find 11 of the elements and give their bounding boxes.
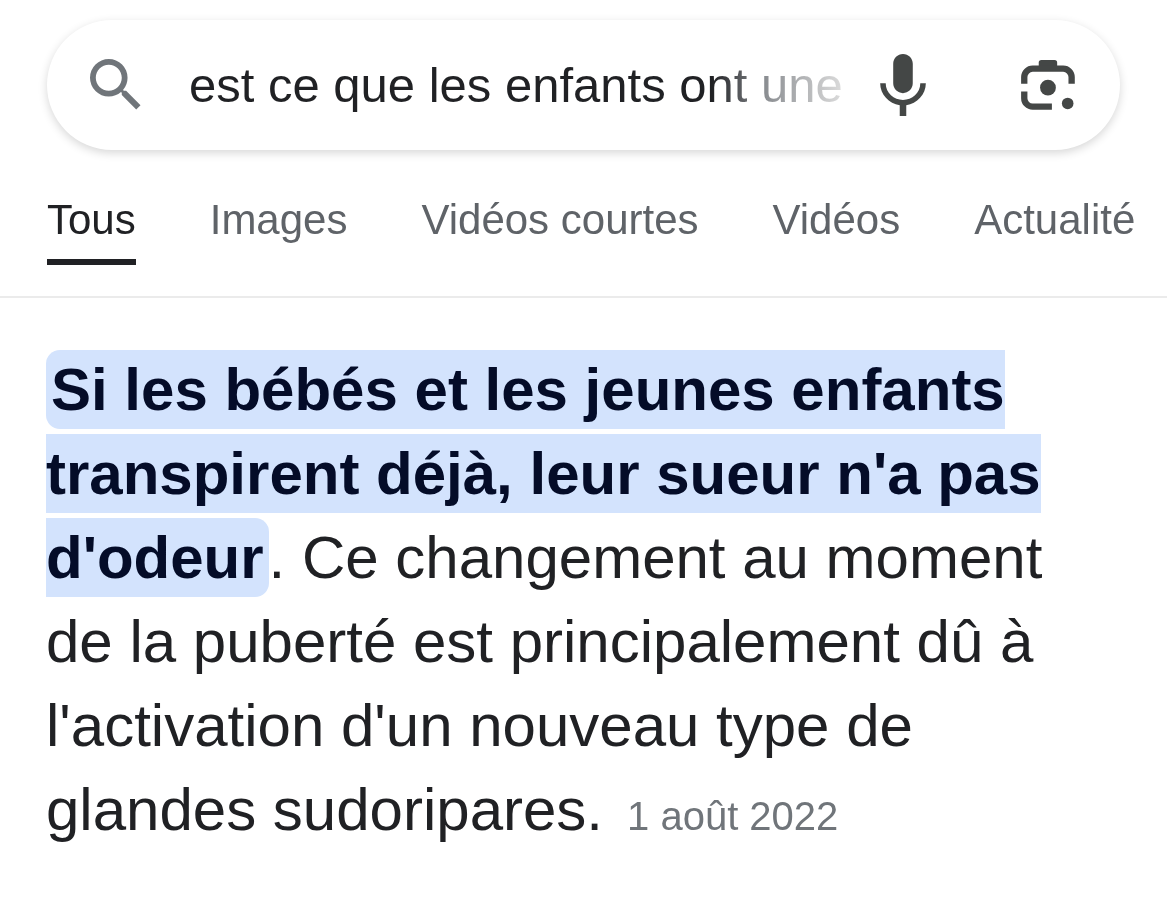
snippet-date: 1 août 2022 bbox=[627, 793, 839, 840]
camera-search-button[interactable] bbox=[1021, 60, 1077, 110]
search-tab[interactable]: Vidéos bbox=[772, 170, 901, 265]
search-tab[interactable]: Vidéos courtes bbox=[421, 170, 699, 265]
search-tab[interactable]: Actualité bbox=[974, 170, 1136, 265]
search-tab[interactable]: Tous bbox=[47, 170, 136, 265]
search-icon bbox=[90, 59, 142, 111]
search-tab[interactable]: Images bbox=[209, 170, 348, 265]
camera-icon bbox=[1021, 60, 1077, 110]
microphone-button[interactable] bbox=[880, 54, 926, 116]
microphone-icon bbox=[880, 54, 926, 116]
